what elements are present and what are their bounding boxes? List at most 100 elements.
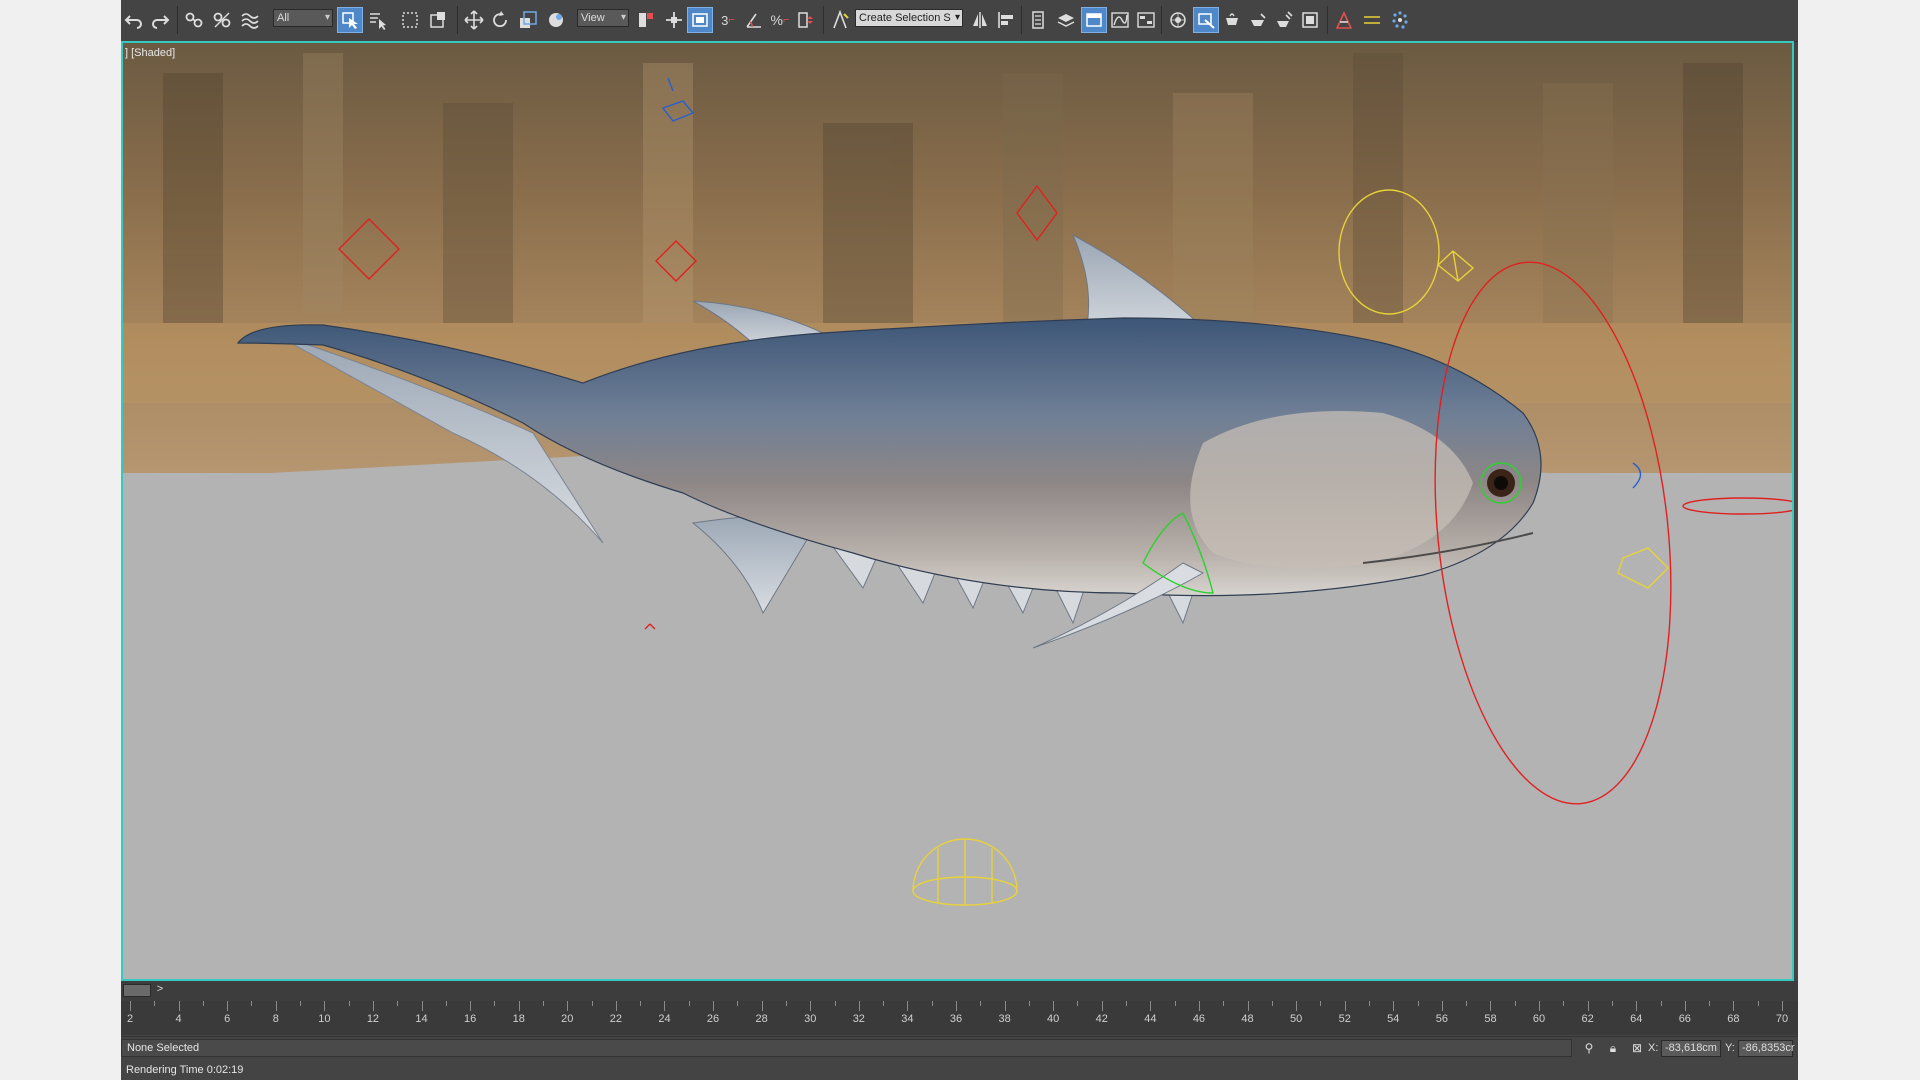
timeline-tick-label: 24 — [658, 1013, 671, 1025]
timeline-tick-label: 8 — [272, 1013, 279, 1025]
absolute-offset-icon[interactable]: ⊠ — [1630, 1041, 1644, 1055]
named-selection-set-dropdown[interactable]: Create Selection S ▾ — [855, 9, 963, 27]
timeline-minor-tick — [737, 1001, 739, 1006]
toggle-ribbon-icon[interactable] — [1081, 7, 1107, 33]
timeline-tick — [907, 1001, 909, 1011]
pivot-icon[interactable] — [633, 7, 659, 33]
timeline-tick — [1733, 1001, 1735, 1011]
lock-icon[interactable]: 🔒︎ — [1606, 1041, 1620, 1055]
reference-coordinate-dropdown[interactable]: View ▾ — [577, 9, 629, 27]
timeline-minor-tick — [1077, 1001, 1079, 1006]
layers-icon[interactable] — [1053, 7, 1079, 33]
render-production-icon[interactable] — [1245, 7, 1271, 33]
timeline-minor-tick — [1514, 1001, 1516, 1006]
align-icon[interactable] — [993, 7, 1019, 33]
timeline-tick — [956, 1001, 957, 1011]
snaps-toggle-icon[interactable]: 3 ⌐ — [715, 7, 741, 33]
select-manipulate-icon[interactable] — [661, 7, 687, 33]
perspective-viewport[interactable]: ] [Shaded] — [121, 41, 1794, 981]
timeline-tick-label: 50 — [1289, 1013, 1303, 1025]
timeline-tick-label: 36 — [949, 1013, 963, 1025]
select-by-name-icon[interactable] — [365, 7, 391, 33]
schematic-view-icon[interactable] — [1133, 7, 1159, 33]
isolate-selection-icon[interactable]: ⚲ — [1582, 1041, 1596, 1055]
material-editor-icon[interactable] — [1165, 7, 1191, 33]
render-in-cloud-icon[interactable] — [1297, 7, 1323, 33]
time-slider-handle[interactable] — [123, 984, 151, 997]
selection-status-box: None Selected — [121, 1039, 1572, 1057]
timeline-tick — [1004, 1001, 1006, 1011]
timeline-tick — [664, 1001, 666, 1011]
timeline-minor-tick — [1709, 1001, 1711, 1006]
timeline-tick-label: 22 — [609, 1013, 622, 1025]
placement-icon[interactable] — [543, 7, 569, 33]
percent-snap-icon[interactable]: % ⌐ — [767, 7, 793, 33]
timeline-tick-label: 58 — [1484, 1013, 1497, 1025]
timeline-minor-tick — [785, 1001, 787, 1006]
rect-selection-icon[interactable] — [397, 7, 423, 33]
named-selection-set-placeholder: Create Selection S — [859, 12, 951, 24]
select-object-icon[interactable] — [337, 7, 363, 33]
track-bar[interactable]: 2 4 6 8 10 12 14 16 18 20 22 24 26 28 30 32 34 36 38 40 42 44… — [121, 1001, 1798, 1035]
x-coordinate-field[interactable]: -83,618cm — [1661, 1040, 1721, 1057]
scale-icon[interactable] — [515, 7, 541, 33]
timeline-tick-label: 28 — [755, 1013, 768, 1025]
civil-view-icon[interactable] — [1331, 7, 1357, 33]
timeline-tick-label: 66 — [1678, 1013, 1691, 1025]
timeline-tick — [130, 1001, 131, 1011]
timeline-tick — [858, 1001, 860, 1011]
toolbar-separator — [457, 6, 458, 34]
move-icon[interactable] — [461, 7, 487, 33]
chevron-down-icon: ▾ — [620, 12, 626, 23]
timeline-tick — [1150, 1001, 1152, 1011]
timeline-tick — [275, 1001, 277, 1011]
unlink-icon[interactable] — [209, 7, 235, 33]
redo-icon[interactable] — [147, 7, 173, 33]
timeline-minor-tick — [883, 1001, 885, 1006]
selection-filter-dropdown[interactable]: All ▾ — [273, 9, 333, 27]
rendered-frame-window-icon[interactable] — [1219, 7, 1245, 33]
reference-coordinate-value: View — [581, 12, 605, 24]
timeline-minor-tick — [154, 1001, 156, 1006]
spinner-snap-icon[interactable] — [793, 7, 819, 33]
timeline-minor-tick — [202, 1001, 204, 1006]
toolbar-separator — [1161, 6, 1162, 34]
timeline-tick-label: 34 — [901, 1013, 914, 1025]
timeline-minor-tick — [980, 1001, 982, 1006]
viewport-label[interactable]: ] [Shaded] — [125, 47, 175, 59]
timeline-minor-tick — [931, 1001, 933, 1006]
particle-flow-icon[interactable] — [1387, 7, 1413, 33]
window-crossing-icon[interactable] — [425, 7, 451, 33]
next-frame-button[interactable]: > — [153, 983, 167, 998]
percent-snap-label: % — [770, 12, 783, 28]
toggle-scene-explorer-icon[interactable] — [1025, 7, 1051, 33]
timeline-minor-tick — [543, 1001, 544, 1006]
toolbar-separator — [1327, 6, 1328, 34]
bind-space-warp-icon[interactable] — [237, 7, 263, 33]
render-setup-icon[interactable] — [1193, 7, 1219, 33]
toolbar-separator — [177, 6, 178, 34]
timeline-tick-label: 54 — [1387, 1013, 1400, 1025]
time-slider-bar[interactable]: > — [121, 981, 1798, 1001]
timeline-minor-tick — [1369, 1001, 1370, 1006]
render-iterative-icon[interactable] — [1271, 7, 1297, 33]
link-icon[interactable] — [181, 7, 207, 33]
timeline-tick — [567, 1001, 569, 1011]
keyboard-shortcut-override-icon[interactable] — [687, 7, 713, 33]
timeline-tick — [421, 1001, 423, 1011]
ruler-icon[interactable] — [1359, 7, 1385, 33]
undo-icon[interactable] — [121, 7, 147, 33]
timeline-tick — [615, 1001, 617, 1011]
timeline-tick — [1490, 1001, 1492, 1011]
angle-snap-icon[interactable] — [741, 7, 767, 33]
timeline-tick-label: 56 — [1435, 1013, 1448, 1025]
timeline-tick — [1296, 1001, 1298, 1011]
y-coordinate-field[interactable]: -86,8353cr — [1738, 1040, 1795, 1057]
mirror-icon[interactable] — [967, 7, 993, 33]
timeline-minor-tick — [1417, 1001, 1419, 1006]
edit-named-selection-icon[interactable] — [827, 7, 853, 33]
timeline-tick-label: 14 — [415, 1013, 428, 1025]
curve-editor-icon[interactable] — [1107, 7, 1133, 33]
x-coordinate-label: X: — [1648, 1042, 1659, 1054]
rotate-icon[interactable] — [487, 7, 513, 33]
